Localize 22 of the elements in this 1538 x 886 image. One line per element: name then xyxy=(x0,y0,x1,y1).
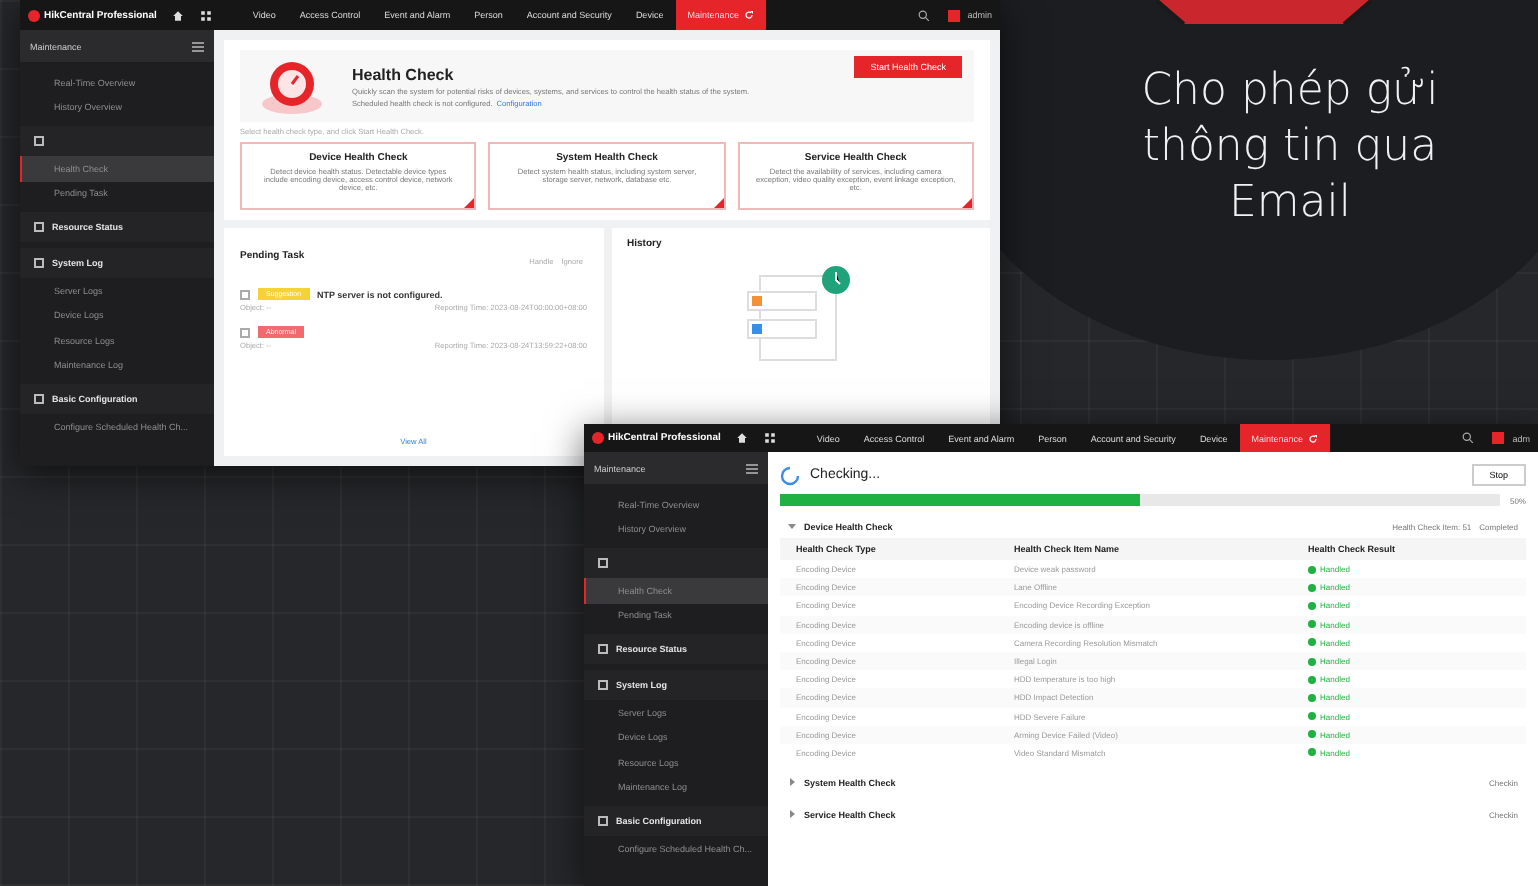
avatar-icon xyxy=(1492,432,1505,444)
grid-icon[interactable] xyxy=(200,9,213,21)
avatar-icon xyxy=(947,9,960,21)
logo-icon xyxy=(592,432,604,444)
corner-mark xyxy=(464,198,475,208)
page-title: Health Check xyxy=(352,65,456,83)
corner-mark xyxy=(962,198,972,208)
home-icon[interactable] xyxy=(736,432,749,444)
search-icon[interactable] xyxy=(1462,432,1475,444)
checkbox[interactable] xyxy=(240,289,250,299)
corner-mark xyxy=(713,198,724,208)
menu-icon[interactable] xyxy=(746,463,758,473)
loading-spinner-icon xyxy=(780,465,800,485)
home-icon[interactable] xyxy=(172,9,185,21)
headline: Cho phép gửi thông tin qua Email xyxy=(1139,64,1441,232)
refresh-icon xyxy=(1308,433,1319,443)
checkbox[interactable] xyxy=(240,327,250,337)
refresh-icon xyxy=(744,10,755,20)
menu-icon[interactable] xyxy=(192,41,204,51)
grid-icon[interactable] xyxy=(764,432,777,444)
logo-icon xyxy=(28,9,40,21)
search-icon[interactable] xyxy=(917,9,930,21)
